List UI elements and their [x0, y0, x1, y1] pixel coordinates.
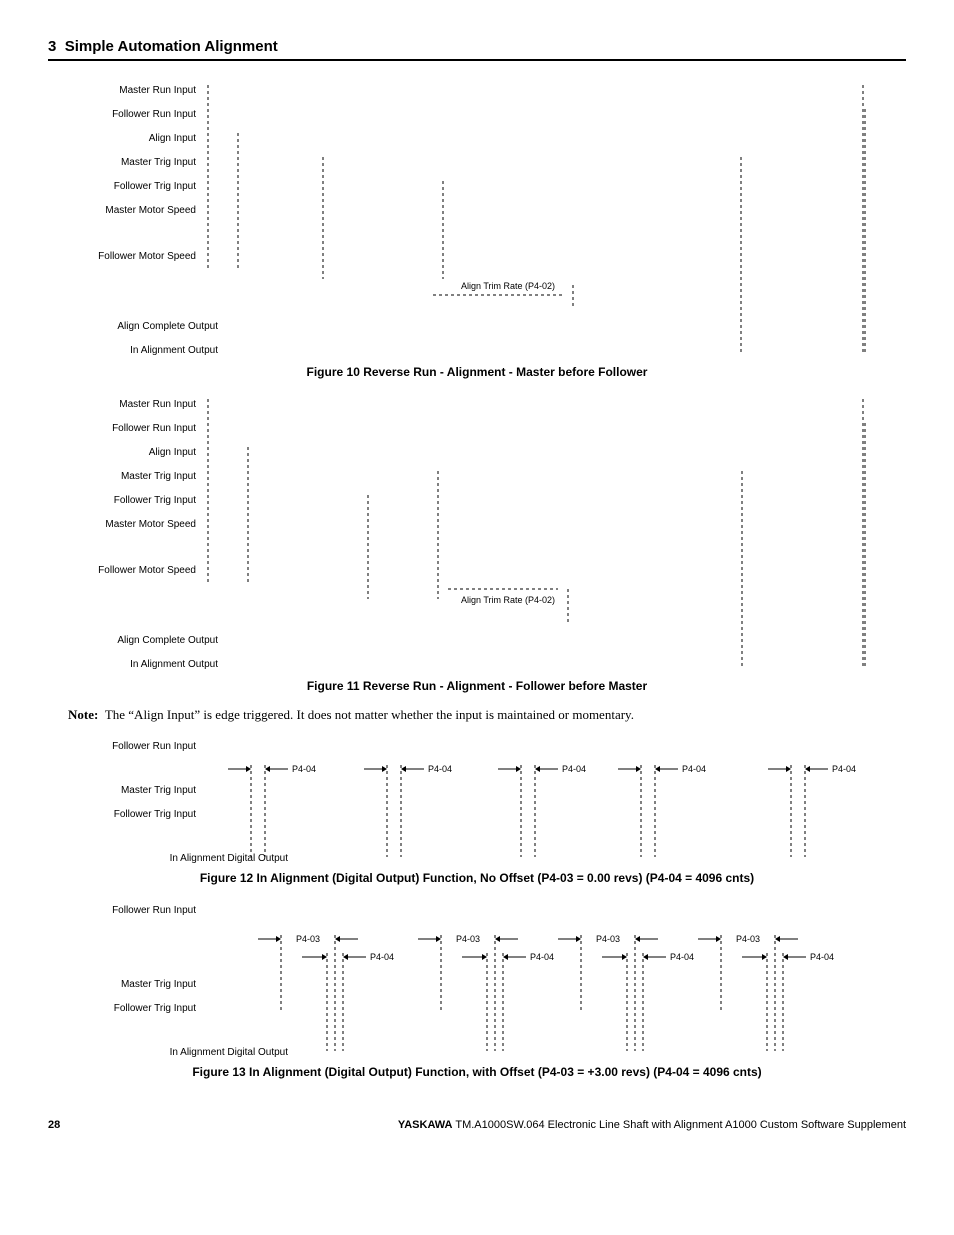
label-in-alignment-digital-output: In Alignment Digital Output [170, 1047, 289, 1058]
label-in-alignment-output: In Alignment Output [130, 345, 218, 356]
svg-text:P4-04: P4-04 [832, 764, 856, 774]
footer-brand: YASKAWA [398, 1119, 453, 1131]
label-in-alignment-digital-output: In Alignment Digital Output [170, 853, 289, 864]
figure-11-caption: Figure 11 Reverse Run - Alignment - Foll… [48, 679, 906, 693]
label-follower-run-input: Follower Run Input [112, 905, 196, 916]
svg-text:P4-03: P4-03 [296, 934, 320, 944]
label-master-trig-input: Master Trig Input [121, 471, 196, 482]
label-in-alignment-output: In Alignment Output [130, 659, 218, 670]
label-align-complete-output: Align Complete Output [117, 321, 218, 332]
label-align-trim-rate: Align Trim Rate (P4-02) [461, 281, 555, 291]
section-heading: 3 Simple Automation Alignment [48, 38, 906, 61]
figure-12: Follower Run Input Master Trig Input Fol… [48, 735, 906, 865]
label-master-motor-speed: Master Motor Speed [105, 205, 196, 216]
label-align-input: Align Input [149, 447, 196, 458]
note: Note: The “Align Input” is edge triggere… [68, 707, 906, 723]
label-align-trim-rate: Align Trim Rate (P4-02) [461, 595, 555, 605]
svg-text:P4-04: P4-04 [292, 764, 316, 774]
label-follower-trig-input: Follower Trig Input [114, 181, 196, 192]
label-master-trig-input: Master Trig Input [121, 785, 196, 796]
figure-10: Master Run Input Follower Run Input Alig… [48, 79, 906, 359]
section-title: Simple Automation Alignment [65, 38, 278, 55]
label-master-trig-input: Master Trig Input [121, 979, 196, 990]
label-follower-motor-speed: Follower Motor Speed [98, 565, 196, 576]
svg-text:P4-04: P4-04 [810, 952, 834, 962]
label-follower-trig-input: Follower Trig Input [114, 809, 196, 820]
label-follower-trig-input: Follower Trig Input [114, 1003, 196, 1014]
svg-text:P4-04: P4-04 [370, 952, 394, 962]
label-follower-motor-speed: Follower Motor Speed [98, 251, 196, 262]
label-follower-run-input: Follower Run Input [112, 109, 196, 120]
svg-text:P4-04: P4-04 [562, 764, 586, 774]
label-align-complete-output: Align Complete Output [117, 635, 218, 646]
label-master-run-input: Master Run Input [119, 85, 196, 96]
label-master-trig-input: Master Trig Input [121, 157, 196, 168]
label-follower-run-input: Follower Run Input [112, 423, 196, 434]
figure-12-caption: Figure 12 In Alignment (Digital Output) … [48, 871, 906, 885]
page-footer: 28 YASKAWA TM.A1000SW.064 Electronic Lin… [48, 1119, 906, 1131]
figure-13-caption: Figure 13 In Alignment (Digital Output) … [48, 1065, 906, 1079]
figure-13: Follower Run Input Master Trig Input Fol… [48, 899, 906, 1059]
svg-text:P4-04: P4-04 [682, 764, 706, 774]
svg-text:P4-03: P4-03 [456, 934, 480, 944]
note-text: The “Align Input” is edge triggered. It … [105, 707, 634, 722]
footer-doc: TM.A1000SW.064 Electronic Line Shaft wit… [455, 1119, 906, 1131]
label-follower-trig-input: Follower Trig Input [114, 495, 196, 506]
svg-text:P4-04: P4-04 [428, 764, 452, 774]
label-master-motor-speed: Master Motor Speed [105, 519, 196, 530]
figure-11: Master Run Input Follower Run Input Alig… [48, 393, 906, 673]
svg-text:P4-03: P4-03 [736, 934, 760, 944]
figure-10-caption: Figure 10 Reverse Run - Alignment - Mast… [48, 365, 906, 379]
label-follower-run-input: Follower Run Input [112, 741, 196, 752]
svg-text:P4-04: P4-04 [670, 952, 694, 962]
label-align-input: Align Input [149, 133, 196, 144]
page-number: 28 [48, 1119, 60, 1131]
label-master-run-input: Master Run Input [119, 399, 196, 410]
section-number: 3 [48, 38, 56, 55]
svg-text:P4-04: P4-04 [530, 952, 554, 962]
note-label: Note: [68, 707, 98, 722]
svg-text:P4-03: P4-03 [596, 934, 620, 944]
